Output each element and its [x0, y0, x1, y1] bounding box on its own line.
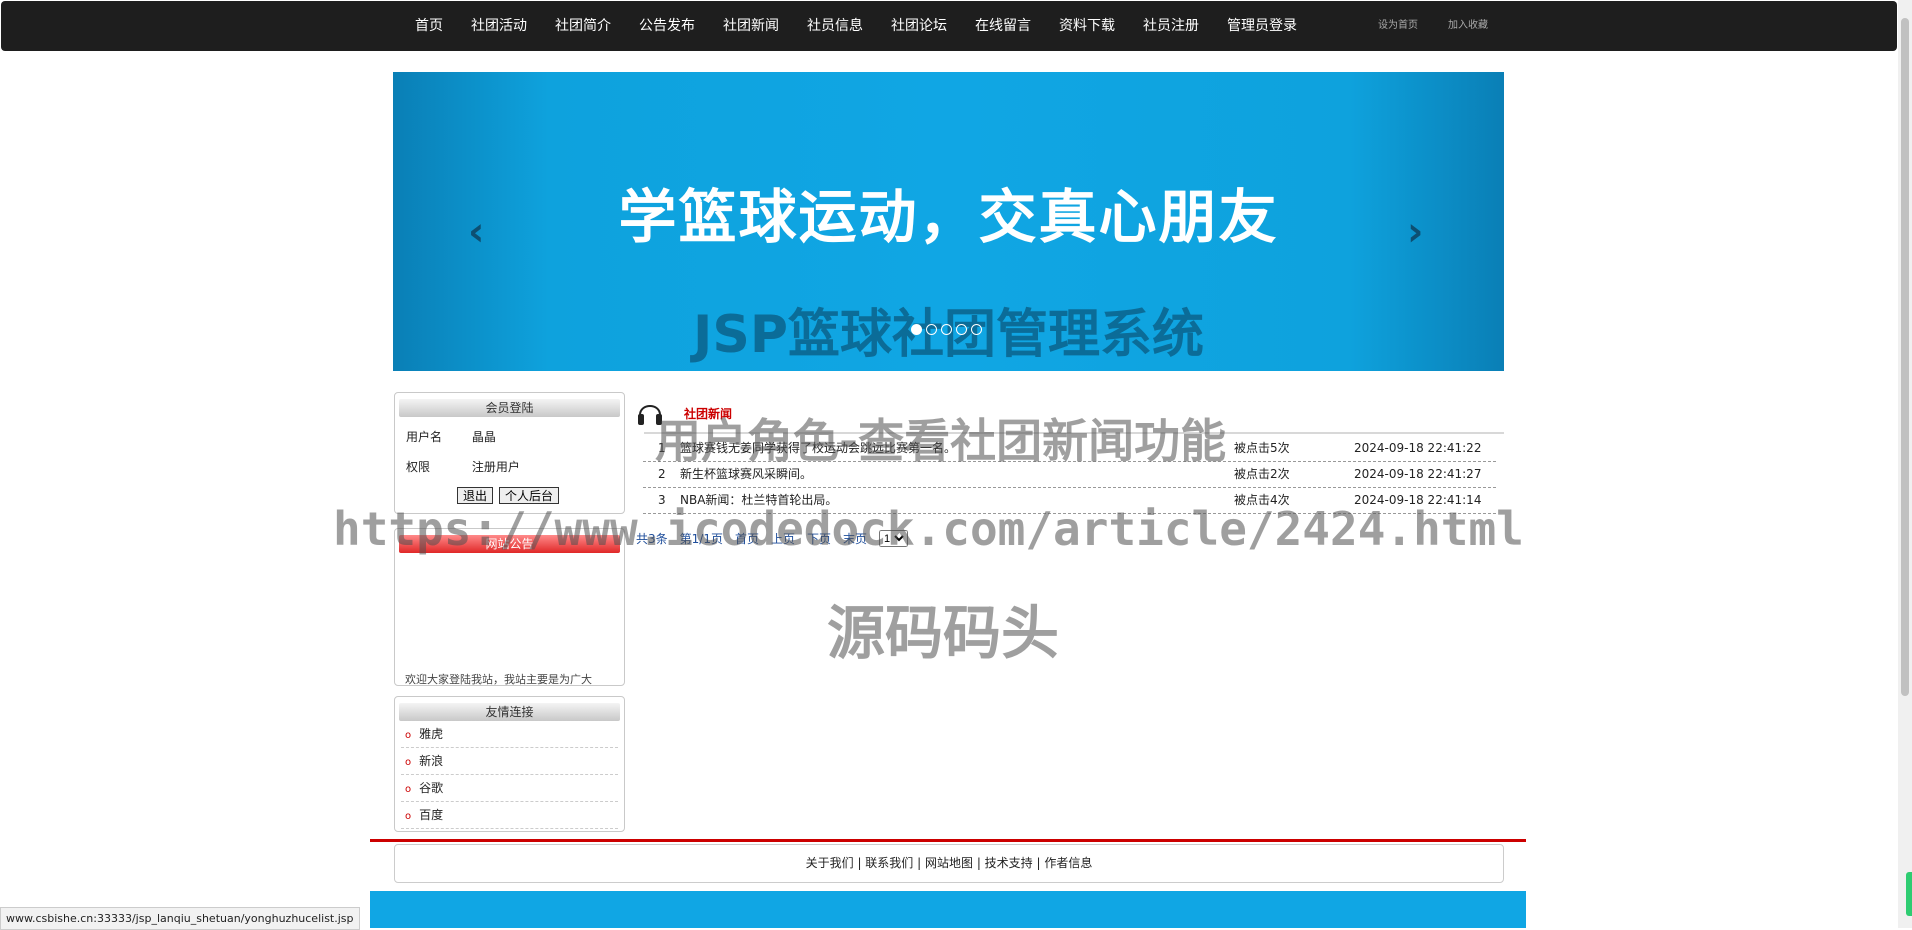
banner-prev-icon[interactable]: ‹ — [468, 212, 484, 252]
watermark-url: https://www.icodedock.com/article/2424.h… — [333, 502, 1524, 556]
scrollbar-thumb[interactable] — [1901, 18, 1909, 696]
watermark-role: 用户角色-查看社团新闻功能 — [655, 414, 1227, 468]
nav-admin-login[interactable]: 管理员登录 — [1213, 1, 1311, 51]
friend-link-google[interactable]: o 谷歌 — [401, 775, 618, 802]
username-label: 用户名 — [406, 430, 443, 444]
footer-author-link[interactable]: 作者信息 — [1044, 856, 1092, 870]
nav-news[interactable]: 社团新闻 — [709, 1, 793, 51]
side-tab[interactable] — [1906, 872, 1912, 916]
banner-dot-1[interactable] — [911, 324, 922, 335]
footer-separator: | — [1032, 856, 1045, 870]
friend-links-box: 友情连接 o 雅虎 o 新浪 o 谷歌 o 百度 — [394, 696, 625, 832]
nav-downloads[interactable]: 资料下载 — [1045, 1, 1129, 51]
set-homepage-link[interactable]: 设为首页 — [1363, 1, 1433, 51]
footer-separator: | — [853, 856, 866, 870]
footer-about-link[interactable]: 关于我们 — [806, 856, 854, 870]
role-row: 权限 注册用户 — [406, 458, 520, 475]
news-row-time: 2024-09-18 22:41:27 — [1354, 467, 1482, 481]
watermark-brand: 源码码头 — [827, 599, 1060, 667]
friend-link-label: 谷歌 — [419, 781, 444, 795]
footer-support-link[interactable]: 技术支持 — [985, 856, 1033, 870]
role-value: 注册用户 — [471, 460, 520, 474]
login-box-title: 会员登陆 — [399, 399, 620, 417]
nav-intro[interactable]: 社团简介 — [541, 1, 625, 51]
add-favorite-link[interactable]: 加入收藏 — [1433, 1, 1503, 51]
nav-members[interactable]: 社员信息 — [793, 1, 877, 51]
top-nav-bar: 首页 社团活动 社团简介 公告发布 社团新闻 社员信息 社团论坛 在线留言 资料… — [1, 1, 1897, 51]
hero-banner: 学篮球运动，交真心朋友 JSP篮球社团管理系统 ‹ › — [393, 72, 1504, 371]
friend-link-yahoo[interactable]: o 雅虎 — [401, 721, 618, 748]
news-row-clicks: 被点击2次 — [1234, 467, 1290, 481]
banner-next-icon[interactable]: › — [1407, 212, 1423, 252]
username-row: 用户名 晶晶 — [406, 428, 496, 445]
banner-dot-3[interactable] — [941, 324, 952, 335]
nav-extra-links: 设为首页 加入收藏 — [1363, 1, 1503, 51]
friend-link-label: 百度 — [419, 808, 444, 822]
notice-text: 欢迎大家登陆我站，我站主要是为广大 — [405, 673, 592, 686]
footer-separator: | — [973, 856, 985, 870]
page-scrollbar[interactable] — [1898, 0, 1912, 928]
banner-dot-5[interactable] — [971, 324, 982, 335]
nav-announcements[interactable]: 公告发布 — [625, 1, 709, 51]
nav-activities[interactable]: 社团活动 — [457, 1, 541, 51]
banner-dots — [911, 324, 982, 335]
main-nav: 首页 社团活动 社团简介 公告发布 社团新闻 社员信息 社团论坛 在线留言 资料… — [401, 1, 1311, 51]
news-row-clicks: 被点击5次 — [1234, 441, 1290, 455]
nav-register[interactable]: 社员注册 — [1129, 1, 1213, 51]
footer-separator: | — [913, 856, 925, 870]
login-box: 会员登陆 用户名 晶晶 权限 注册用户 退出 个人后台 — [394, 392, 625, 514]
nav-forum[interactable]: 社团论坛 — [877, 1, 961, 51]
banner-dot-2[interactable] — [926, 324, 937, 335]
status-bar-url: www.csbishe.cn:33333/jsp_lanqiu_shetuan/… — [0, 907, 360, 930]
friend-link-sina[interactable]: o 新浪 — [401, 748, 618, 775]
banner-dot-4[interactable] — [956, 324, 967, 335]
friend-links-title: 友情连接 — [399, 703, 620, 721]
bullet-icon: o — [405, 757, 412, 768]
footer-links: 关于我们 | 联系我们 | 网站地图 | 技术支持 | 作者信息 — [394, 844, 1504, 883]
footer-blue-bar — [370, 891, 1526, 928]
bullet-icon: o — [405, 811, 412, 822]
nav-home[interactable]: 首页 — [401, 1, 457, 51]
friend-link-baidu[interactable]: o 百度 — [401, 802, 618, 829]
role-label: 权限 — [406, 460, 431, 474]
nav-messages[interactable]: 在线留言 — [961, 1, 1045, 51]
friend-link-label: 雅虎 — [419, 727, 444, 741]
friend-link-label: 新浪 — [419, 754, 444, 768]
bullet-icon: o — [405, 730, 412, 741]
username-value: 晶晶 — [471, 430, 496, 444]
news-row-time: 2024-09-18 22:41:22 — [1354, 441, 1482, 455]
footer-sitemap-link[interactable]: 网站地图 — [925, 856, 973, 870]
bullet-icon: o — [405, 784, 412, 795]
banner-heading: 学篮球运动，交真心朋友 — [618, 183, 1279, 251]
footer-contact-link[interactable]: 联系我们 — [865, 856, 913, 870]
footer-red-line — [370, 839, 1526, 842]
